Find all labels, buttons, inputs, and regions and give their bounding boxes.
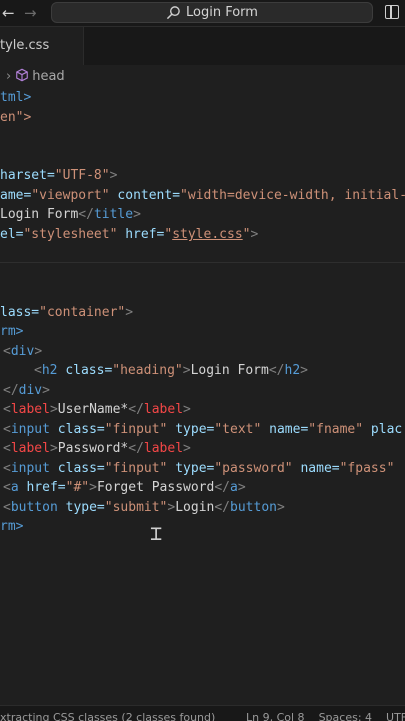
breadcrumb: › head <box>0 66 405 88</box>
code-line: <label>UserName*</label> <box>3 402 191 417</box>
code-line: rm> <box>0 519 24 534</box>
tab-label: tyle.css <box>0 38 50 53</box>
editor-tab-bar: tyle.css <box>0 27 405 65</box>
status-bar: xtracting CSS classes (2 classes found) … <box>0 705 405 721</box>
text-cursor-icon: ⌶ <box>150 521 163 545</box>
code-line: <input class="finput" type="password" na… <box>3 461 395 476</box>
code-line: <label>Password*</label> <box>3 441 191 456</box>
toggle-panel-layout-icon[interactable] <box>385 5 399 19</box>
code-line: <div> <box>3 344 43 359</box>
section-divider <box>0 262 405 263</box>
code-line: ame="viewport" content="width=device-wid… <box>0 188 405 203</box>
command-center-search[interactable]: Login Form <box>51 2 373 23</box>
code-line: </div> <box>3 383 50 398</box>
cube-icon <box>16 68 29 82</box>
code-line: en"> <box>0 110 32 125</box>
code-line: <button type="submit">Login</button> <box>3 500 285 515</box>
code-line: <h2 class="heading">Login Form</h2> <box>34 363 308 378</box>
breadcrumb-chevron-icon: › <box>6 69 12 84</box>
code-line: <input class="finput" type="text" name="… <box>3 422 403 437</box>
breadcrumb-item-head[interactable]: head <box>32 69 64 84</box>
status-message: xtracting CSS classes (2 classes found) <box>0 711 216 721</box>
code-line: <a href="#">Forget Password</a> <box>3 480 246 495</box>
code-line: rm> <box>0 324 24 339</box>
code-line: lass="container"> <box>0 305 134 320</box>
tab-style-css[interactable]: tyle.css <box>0 27 84 65</box>
code-line: Login Form</title> <box>0 207 141 222</box>
code-editor[interactable]: tml> en"> harset="UTF-8"> ame="viewport"… <box>0 88 405 693</box>
search-icon <box>166 6 180 20</box>
command-center-label: Login Form <box>186 5 258 20</box>
go-forward-icon[interactable]: → <box>24 4 37 22</box>
code-line: el="stylesheet" href="style.css"> <box>0 227 259 242</box>
title-bar: ← → Login Form <box>0 0 405 27</box>
code-line: tml> <box>0 90 32 105</box>
go-back-icon[interactable]: ← <box>2 4 15 22</box>
status-right-group: Ln 9, Col 8Spaces: 4UTF- <box>246 706 405 721</box>
code-line: harset="UTF-8"> <box>0 168 118 183</box>
